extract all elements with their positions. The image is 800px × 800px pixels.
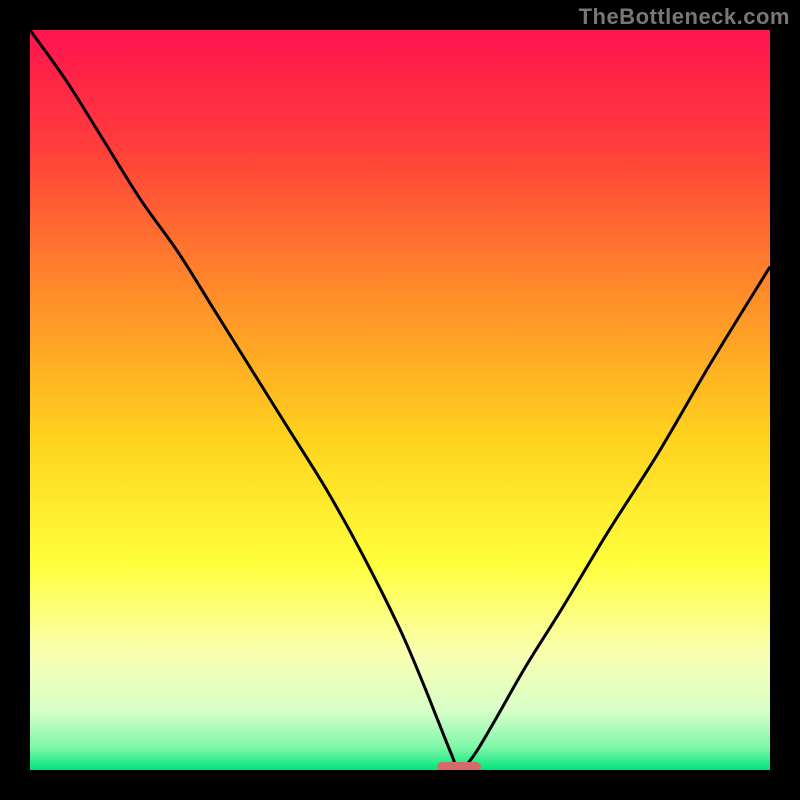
chart-frame: TheBottleneck.com <box>0 0 800 800</box>
watermark-text: TheBottleneck.com <box>579 4 790 30</box>
curve-path <box>30 30 770 770</box>
plot-area <box>30 30 770 770</box>
balanced-marker <box>437 762 481 770</box>
bottleneck-curve <box>30 30 770 770</box>
